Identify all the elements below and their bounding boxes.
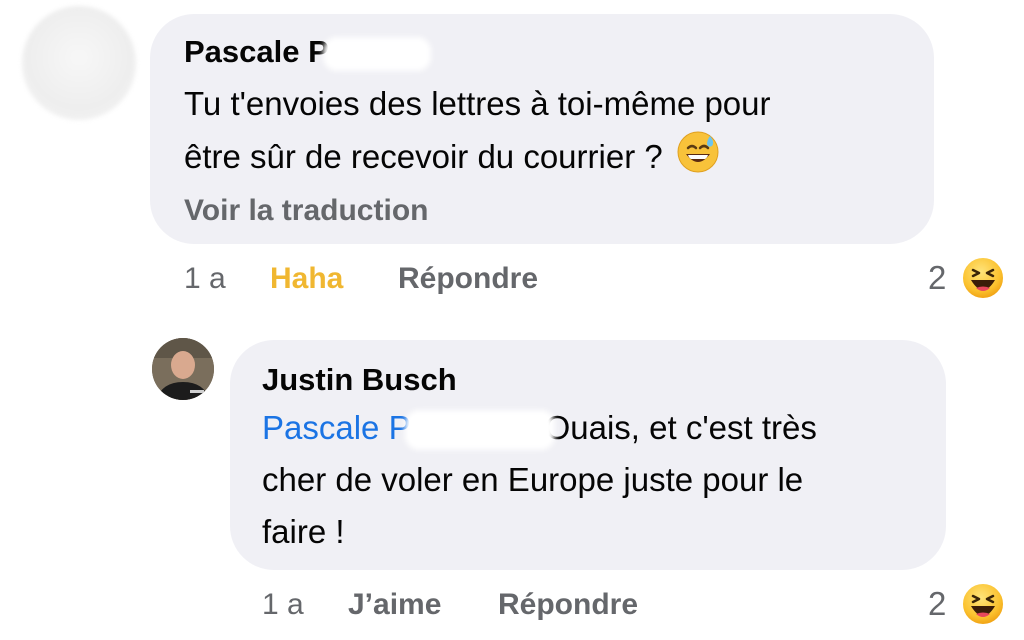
like-button[interactable]: J’aime <box>348 588 441 622</box>
comment-text-line-3: faire ! <box>262 513 345 550</box>
comment-text-line-1: Tu t'envoies des lettres à toi-même pour <box>184 85 771 122</box>
haha-reaction-icon[interactable] <box>960 255 1006 301</box>
reply-button[interactable]: Répondre <box>398 262 538 296</box>
reaction-count[interactable]: 2 <box>928 585 946 623</box>
mention-link[interactable]: Pascale P <box>262 409 555 451</box>
haha-reaction-icon[interactable] <box>960 581 1006 627</box>
comment-bubble-pascale: Pascale P Tu t'envoies des lettres à toi… <box>150 14 934 244</box>
sweat-smile-emoji-icon <box>677 131 719 173</box>
haha-reaction-button[interactable]: Haha <box>270 262 343 296</box>
reaction-count[interactable]: 2 <box>928 259 946 297</box>
comment-timestamp[interactable]: 1 a <box>184 262 226 296</box>
avatar-pascale[interactable] <box>22 6 136 120</box>
comment-author-name[interactable]: Justin Busch <box>262 362 457 398</box>
see-translation-link[interactable]: Voir la traduction <box>184 194 428 228</box>
reply-button[interactable]: Répondre <box>498 588 638 622</box>
avatar-justin-busch[interactable] <box>152 338 214 400</box>
comment-timestamp[interactable]: 1 a <box>262 588 304 622</box>
comment-text-line-2: cher de voler en Europe juste pour le <box>262 461 804 498</box>
comment-text-line-1: Pascale P Ouais, et c'est très <box>262 402 817 454</box>
comment-text-line-2: être sûr de recevoir du courrier ? <box>184 130 720 183</box>
comment-bubble-justin-busch: Justin Busch Pascale P Ouais, et c'est tr… <box>230 340 946 570</box>
comment-author-name[interactable]: Pascale P <box>184 34 431 71</box>
